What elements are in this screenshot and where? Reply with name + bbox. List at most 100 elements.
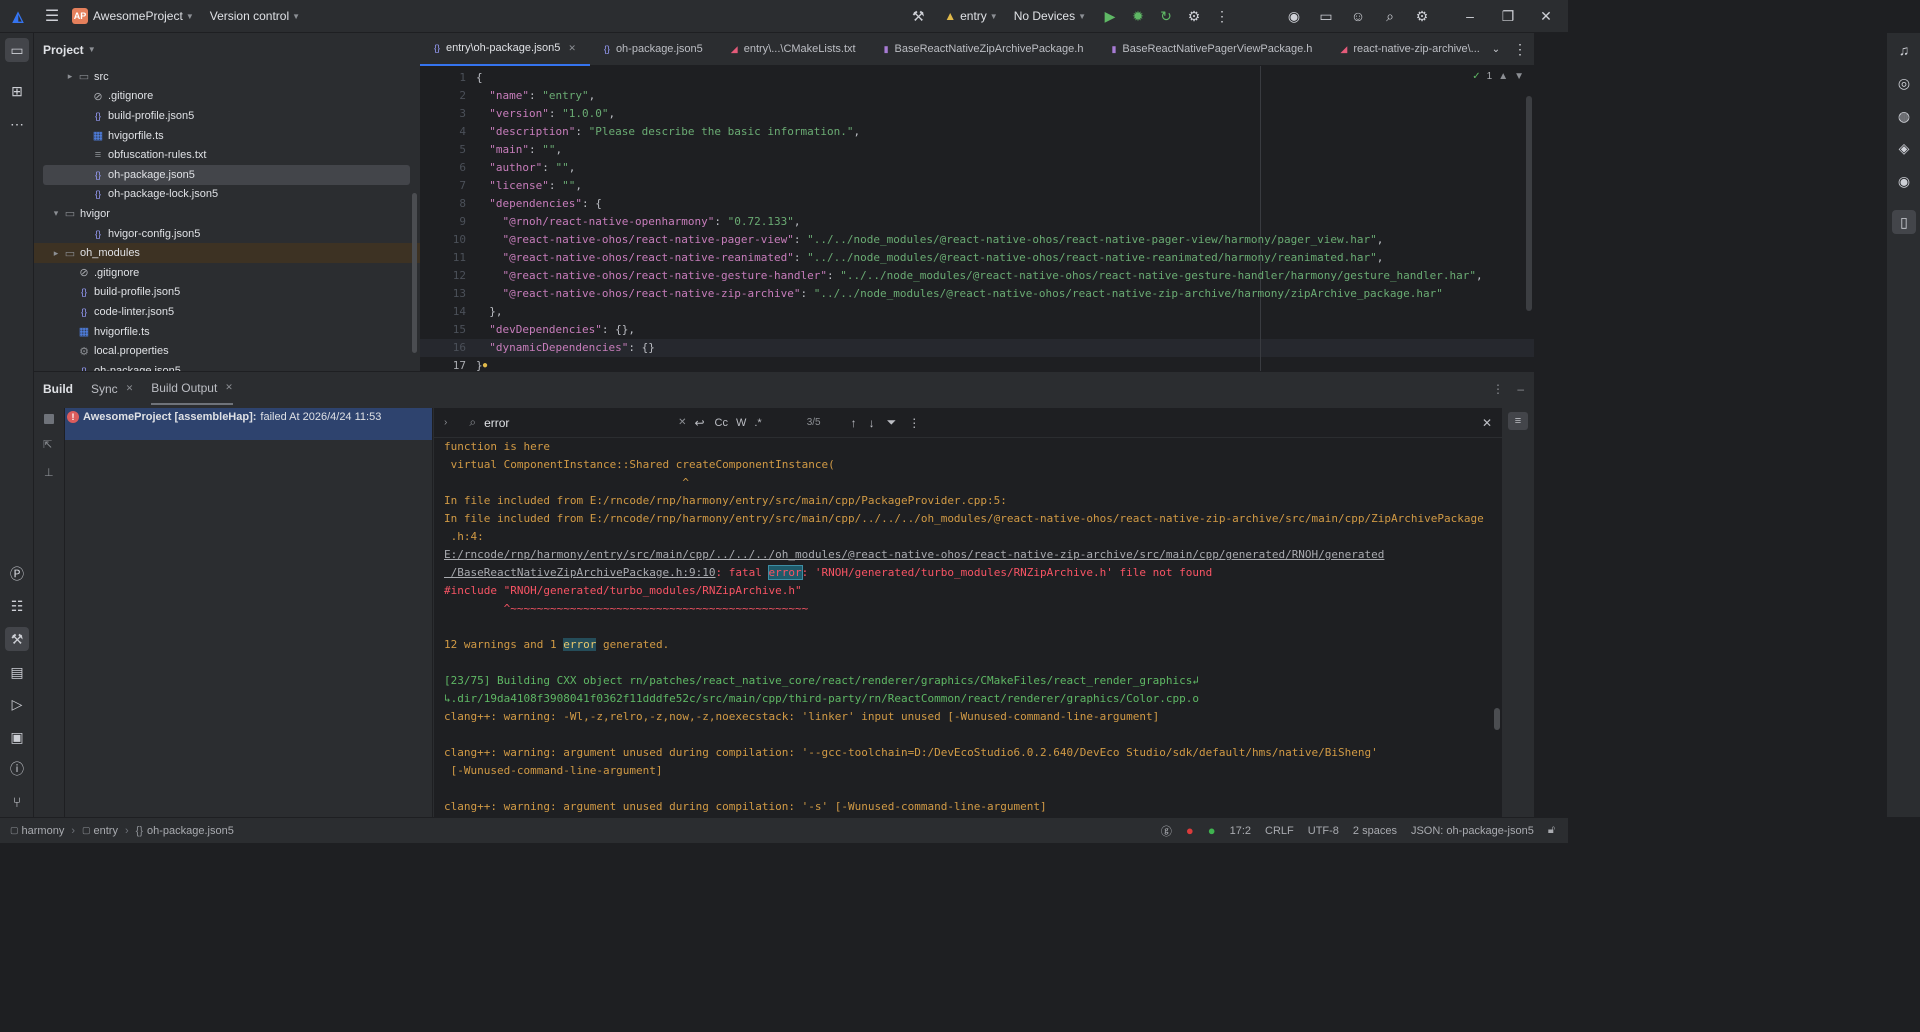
tree-item[interactable]: ⊘ .gitignore [34,87,420,107]
stop-icon[interactable] [44,414,54,424]
tree-item[interactable]: ⊘ .gitignore [34,263,420,283]
ok-status-dot[interactable]: ● [1201,823,1223,838]
ai-assistant-icon[interactable]: ◈ [1892,136,1916,160]
close-icon[interactable]: ✕ [568,43,576,54]
panel-options-icon[interactable]: ⋮ [1492,382,1504,396]
device-selector[interactable]: No Devices ▼ [1014,9,1086,23]
tree-scrollbar[interactable] [412,193,417,353]
file-encoding[interactable]: UTF-8 [1301,825,1346,837]
editor-tab[interactable]: {} entry\oh-package.json5 ✕ [420,33,590,66]
find-input[interactable] [484,415,675,430]
tree-item[interactable]: {} oh-package.json5 [43,164,410,185]
search-icon[interactable]: ⌕ [1376,2,1404,30]
clear-search-icon[interactable]: ✕ [678,417,686,428]
inspector-eye-icon[interactable]: ◉ [1892,169,1916,193]
more-tools-icon[interactable]: ⋯ [5,112,29,136]
prev-match-icon[interactable]: ↑ [851,416,857,430]
device-manager-icon[interactable]: ◉ [1280,2,1308,30]
code-area[interactable]: 1 2 3 4 5 6 7 8 9 10 11 12 13 14 15 16 17 { "name": "ent… [420,66,1534,371]
pin-icon[interactable]: ⊥ [44,466,54,479]
database-icon[interactable]: ◍ [1892,104,1916,128]
close-find-icon[interactable]: ✕ [1482,416,1492,430]
device-preview-icon[interactable]: ▯ [1892,210,1916,234]
line-separator[interactable]: CRLF [1258,825,1301,837]
soft-wrap-icon[interactable]: ≡ [1508,412,1528,430]
restore-icon[interactable]: ❐ [1494,2,1522,30]
log-icon[interactable]: ▤ [5,660,29,684]
project-panel-header[interactable]: Project ▼ [34,33,420,66]
layout-icon[interactable]: ☷ [5,594,29,618]
editor-tab[interactable]: ▮ BaseReactNativeZipArchivePackage.h [870,33,1098,66]
notifications-icon[interactable]: ♫ [1892,38,1916,62]
editor-tab[interactable]: {} oh-package.json5 [590,33,717,66]
main-menu-icon[interactable]: ☰ [38,2,66,30]
tree-item[interactable]: {} build-profile.json5 [34,106,420,126]
tree-item[interactable]: ▸ ▭ src [34,67,420,87]
apply-changes-icon[interactable]: ↻ [1152,2,1180,30]
tree-item[interactable]: ▾ ▭ hvigor [34,204,420,224]
breadcrumb-item[interactable]: harmony [22,825,65,837]
build-output-text[interactable]: function is here virtual ComponentInstan… [444,438,1489,816]
project-selector[interactable]: AP AwesomeProject ▼ [72,8,194,24]
run-icon[interactable]: ▶ [1096,2,1124,30]
tree-item[interactable]: ▸ ▭ oh_modules [34,243,420,263]
match-case-toggle[interactable]: Cc [715,417,728,429]
close-window-icon[interactable]: ✕ [1532,2,1560,30]
problems-icon[interactable]: ⓘ [5,757,29,781]
expand-find-icon[interactable]: › [444,417,447,428]
chevron-right-icon[interactable]: ▸ [64,71,76,82]
git-icon[interactable]: ⑂ [5,790,29,814]
tree-item[interactable]: {} code-linter.json5 [34,302,420,322]
breadcrumb-item[interactable]: oh-package.json5 [147,825,234,837]
build-tree-item[interactable]: ! AwesomeProject [assembleHap]: failed A… [65,408,432,440]
tree-item[interactable]: {} oh-package-lock.json5 [34,185,420,205]
tree-item[interactable]: {} hvigor-config.json5 [34,224,420,244]
previewer-icon[interactable]: Ⓟ [5,562,29,586]
editor-tab[interactable]: ◢ react-native-zip-archive\... [1326,33,1480,66]
project-folder-icon[interactable]: ▭ [5,38,29,62]
structure-icon[interactable]: ⊞ [5,79,29,103]
services-icon[interactable]: ▷ [5,692,29,716]
editor-tab[interactable]: ◢ entry\...\CMakeLists.txt [717,33,870,66]
account-icon[interactable]: ☺ [1344,2,1372,30]
codegenie-status-icon[interactable]: ⓖ [1154,823,1179,839]
cursor-position[interactable]: 17:2 [1223,825,1258,837]
close-icon[interactable]: ✕ [225,382,233,393]
profiler-icon[interactable]: ⚙ [1180,2,1208,30]
filter-icon[interactable]: ⏷ [887,415,897,430]
newline-icon[interactable]: ↩ [694,416,704,430]
whole-words-toggle[interactable]: W [736,417,746,429]
minimize-icon[interactable]: – [1456,2,1484,30]
output-text[interactable]: /BaseReactNativeZipArchivePackage.h:9:10 [444,566,716,579]
tree-item[interactable]: ▦ hvigorfile.ts [34,322,420,342]
tab-build-output[interactable]: Build Output ✕ [151,372,233,405]
build-icon[interactable]: ⚒ [5,627,29,651]
tab-sync[interactable]: Sync ✕ [91,382,133,396]
intention-bulb-icon[interactable]: ● [482,360,488,371]
more-actions-icon[interactable]: ⋮ [1208,2,1236,30]
chevron-right-icon[interactable]: ▸ [50,248,62,259]
settings-icon[interactable]: ⚙ [1408,2,1436,30]
tree-item[interactable]: ≡ obfuscation-rules.txt [34,145,420,165]
tree-item[interactable]: ⚙ local.properties [34,341,420,361]
output-text[interactable]: E:/rncode/rnp/harmony/entry/src/main/cpp… [444,548,1384,561]
open-external-icon[interactable]: ⇱ [43,438,52,451]
unlock-icon[interactable]: 🔓︎ [1541,824,1562,837]
hammer-icon[interactable]: ⚒ [904,2,932,30]
json-schema[interactable]: JSON: oh-package-json5 [1404,825,1541,837]
tab-build[interactable]: Build [43,382,73,396]
regex-toggle[interactable]: .* [754,417,761,429]
tabs-more-icon[interactable]: ⋮ [1506,35,1534,63]
module-selector[interactable]: ▲ entry ▼ [944,9,998,23]
output-scrollbar[interactable] [1494,708,1500,730]
inspection-widget[interactable]: ✓ 1 ▲ ▼ [1472,71,1524,82]
debug-icon[interactable]: ✹ [1124,2,1152,30]
breadcrumb-item[interactable]: entry [94,825,118,837]
project-structure-icon[interactable]: ▭ [1312,2,1340,30]
tree-item[interactable]: {} build-profile.json5 [34,283,420,303]
hide-panel-icon[interactable]: – [1517,382,1524,396]
tree-item[interactable]: {} oh-package.json5 [34,361,420,371]
close-icon[interactable]: ✕ [126,383,134,394]
find-more-icon[interactable]: ⋮ [908,416,920,430]
version-control-menu[interactable]: Version control ▼ [210,9,300,23]
